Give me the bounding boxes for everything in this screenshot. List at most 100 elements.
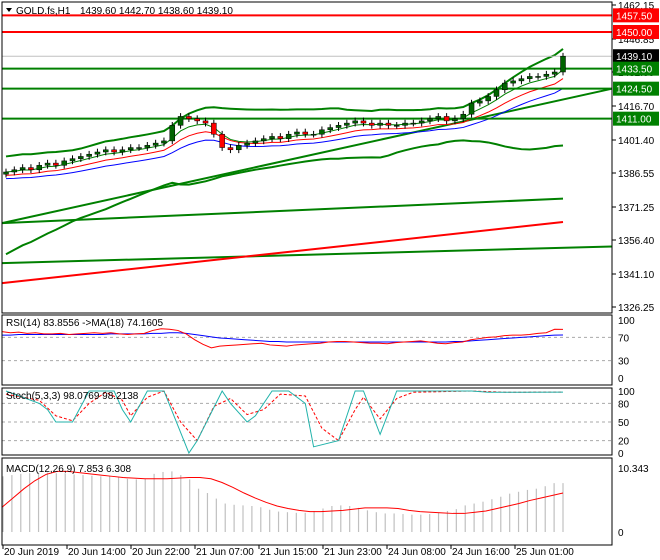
candle-body — [86, 153, 92, 157]
price-tick-label: 1326.25 — [618, 303, 655, 314]
candle-body — [44, 162, 51, 166]
stoch-label: Stoch(5,3,3) 98.0769 98.2138 — [6, 391, 139, 402]
dropdown-arrow-icon[interactable] — [6, 8, 12, 12]
candle-body — [252, 140, 259, 144]
chart-header: GOLD.fs,H1 1439.60 1442.70 1438.60 1439.… — [6, 6, 233, 17]
time-tick-label: 20 Jun 2019 — [4, 547, 59, 558]
level-label: 1457.50 — [616, 11, 653, 22]
candle-body — [177, 116, 184, 126]
candle-body — [393, 125, 400, 127]
time-tick-label: 20 Jun 22:00 — [132, 547, 190, 558]
candle-body — [219, 133, 225, 148]
macd-panel[interactable]: MACD(12,26,9) 7.853 6.308 — [1, 464, 564, 532]
candle-body — [11, 169, 18, 173]
candle-body — [302, 131, 309, 135]
price-tick-label: 1356.40 — [618, 236, 655, 247]
macd-label: MACD(12,26,9) 7.853 6.308 — [6, 464, 132, 475]
candle-body — [244, 142, 250, 146]
candle-body — [136, 147, 142, 149]
candle-body — [227, 147, 234, 151]
time-tick-label: 25 Jun 01:00 — [516, 547, 574, 558]
candle-body — [510, 80, 516, 84]
rsi-tick-label: 0 — [618, 374, 624, 385]
candle-body — [78, 156, 84, 159]
candle-body — [352, 120, 358, 124]
candle-body — [53, 162, 59, 166]
candle-body — [19, 167, 26, 171]
candle-body — [435, 116, 442, 119]
candle-body — [310, 133, 317, 136]
candle-body — [28, 167, 34, 171]
time-tick-label: 24 Jun 08:00 — [388, 547, 446, 558]
price-tick-label: 1386.55 — [618, 169, 655, 180]
candle-body — [560, 55, 566, 73]
level-label: 1450.00 — [616, 28, 653, 39]
candle-body — [402, 122, 408, 126]
candle-body — [418, 120, 425, 124]
candle-body — [260, 138, 267, 142]
candle-body — [144, 145, 151, 148]
stoch-tick-label: 100 — [618, 387, 635, 398]
candle-body — [377, 122, 383, 126]
level-label: 1439.10 — [616, 52, 653, 63]
candle-body — [452, 118, 458, 122]
trading-chart[interactable]: RSI(14) 83.8556 ->MA(18) 74.1605 Stoch(5… — [0, 0, 660, 560]
trendline — [1, 197, 564, 225]
candle-body — [518, 78, 525, 82]
macd-signal-line — [1, 470, 564, 514]
rsi-panel[interactable]: RSI(14) 83.8556 ->MA(18) 74.1605 — [1, 318, 612, 362]
candle-body — [236, 145, 242, 151]
candle-body — [277, 136, 284, 139]
rsi-label: RSI(14) 83.8556 ->MA(18) 74.1605 — [6, 318, 163, 329]
symbol-label: GOLD.fs,H1 — [16, 6, 71, 17]
candle-body — [211, 122, 217, 135]
candle-body — [161, 140, 167, 144]
candle-body — [152, 142, 159, 146]
candle-body — [443, 116, 450, 122]
time-tick-label: 21 Jun 15:00 — [260, 547, 318, 558]
trendline — [1, 221, 564, 285]
candle-body — [294, 131, 300, 135]
candle-body — [269, 136, 275, 139]
rsi-tick-label: 100 — [618, 316, 635, 327]
price-tick-label: 1341.10 — [618, 270, 655, 281]
price-tick-label: 1416.70 — [618, 102, 655, 113]
candle-body — [194, 118, 200, 122]
candle-body — [3, 171, 9, 175]
time-tick-label: 24 Jun 16:00 — [452, 547, 510, 558]
candle-body — [285, 133, 292, 139]
candle-body — [69, 158, 76, 162]
time-tick-label: 21 Jun 23:00 — [324, 547, 382, 558]
candle-body — [385, 122, 392, 126]
candle-body — [186, 116, 192, 119]
stoch-tick-label: 0 — [618, 449, 624, 460]
candle-body — [427, 118, 433, 122]
candle-body — [169, 125, 176, 142]
candle-body — [94, 151, 101, 155]
level-label: 1411.00 — [616, 115, 652, 126]
price-tick-label: 1401.40 — [618, 136, 655, 147]
candle-body — [493, 89, 500, 97]
time-tick-label: 20 Jun 14:00 — [68, 547, 126, 558]
candle-body — [526, 76, 533, 79]
candle-body — [535, 76, 541, 78]
stoch-tick-label: 50 — [618, 418, 630, 429]
candle-body — [410, 122, 417, 125]
candle-body — [543, 73, 550, 77]
level-label: 1433.50 — [616, 65, 653, 76]
ohlc-values: 1439.60 1442.70 1438.60 1439.10 — [80, 6, 233, 17]
candle-body — [485, 96, 491, 102]
macd-tick-label: 10.343 — [618, 464, 649, 475]
price-tick-label: 1371.25 — [618, 203, 655, 214]
candle-body — [335, 125, 342, 128]
candle-body — [369, 122, 375, 126]
stochastic-panel[interactable]: Stoch(5,3,3) 98.0769 98.2138 — [2, 390, 612, 455]
time-tick-label: 21 Jun 07:00 — [196, 547, 254, 558]
main-price-panel[interactable] — [1, 14, 613, 285]
candle-body — [127, 147, 134, 151]
candle-body — [460, 113, 466, 119]
candle-body — [202, 120, 209, 124]
candle-body — [468, 102, 475, 115]
level-label: 1424.50 — [616, 85, 653, 96]
candle-body — [502, 82, 508, 91]
